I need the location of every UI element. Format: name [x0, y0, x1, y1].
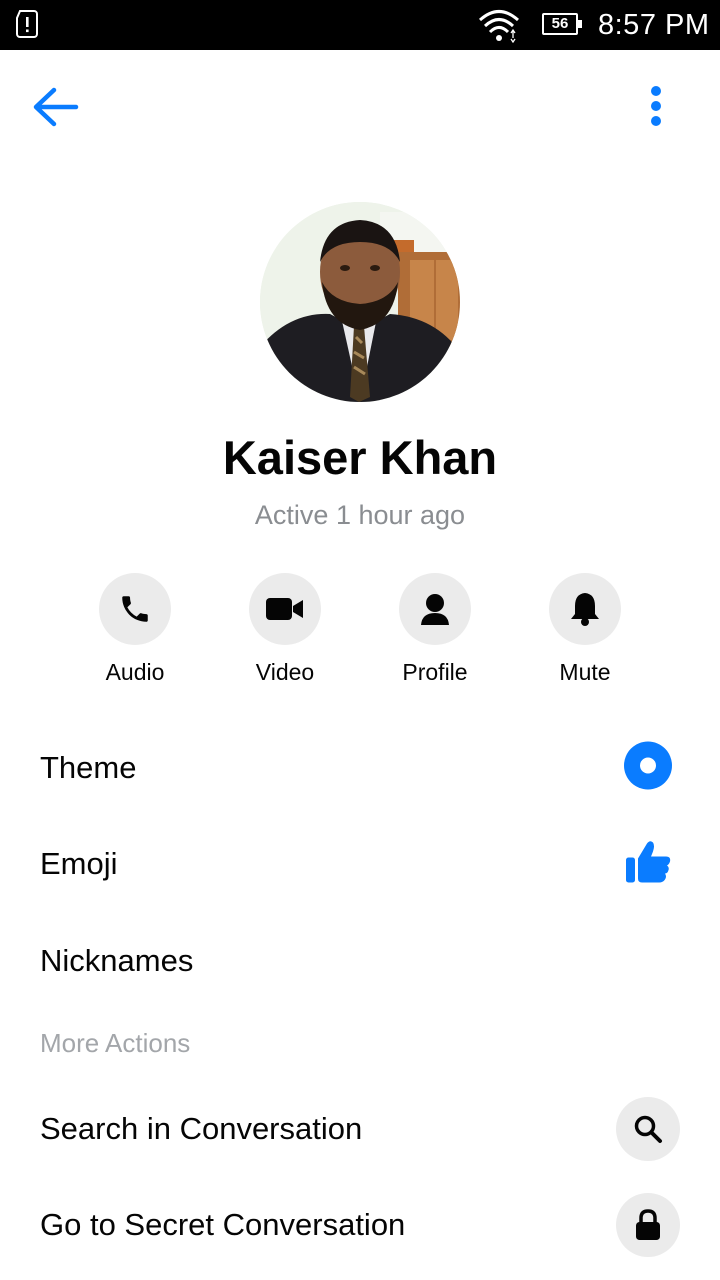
audio-label: Audio [105, 659, 165, 685]
bell-icon [571, 593, 599, 626]
thumbs-up-icon [624, 838, 672, 891]
theme-row[interactable]: Theme [0, 725, 720, 811]
emoji-label: Emoji [40, 846, 118, 881]
status-bar: 56 8:57 PM [0, 0, 720, 50]
audio-circle [99, 573, 171, 645]
lock-icon-wrap [616, 1193, 680, 1257]
theme-dot-icon [624, 741, 672, 795]
more-options-button[interactable] [640, 84, 672, 130]
secret-conversation-row[interactable]: Go to Secret Conversation [0, 1182, 720, 1268]
mute-circle [549, 573, 621, 645]
lock-icon [636, 1209, 660, 1240]
profile-label: Profile [402, 659, 468, 685]
profile-circle [399, 573, 471, 645]
person-icon [421, 594, 449, 625]
contact-avatar[interactable] [260, 202, 460, 402]
active-status: Active 1 hour ago [254, 500, 466, 530]
mute-label: Mute [559, 659, 611, 685]
profile-button[interactable]: Profile [360, 573, 510, 693]
phone-icon [122, 596, 148, 622]
battery-indicator: 56 [542, 13, 582, 35]
more-vertical-icon [651, 86, 661, 126]
search-icon [634, 1115, 662, 1143]
emoji-row[interactable]: Emoji [0, 821, 720, 907]
status-time: 8:57 PM [598, 9, 710, 41]
video-camera-icon [266, 598, 303, 620]
video-circle [249, 573, 321, 645]
wifi-icon [479, 10, 519, 43]
nicknames-row[interactable]: Nicknames [0, 918, 720, 1004]
more-actions-header: More Actions [40, 1028, 191, 1058]
quick-actions: Audio Video Profile Mute [0, 573, 720, 693]
search-conversation-row[interactable]: Search in Conversation [0, 1086, 720, 1172]
video-call-button[interactable]: Video [210, 573, 360, 693]
audio-call-button[interactable]: Audio [60, 573, 210, 693]
theme-label: Theme [40, 750, 137, 785]
search-icon-wrap [616, 1097, 680, 1161]
arrow-left-icon [33, 87, 79, 127]
secret-conversation-label: Go to Secret Conversation [40, 1207, 406, 1242]
back-button[interactable] [30, 84, 82, 130]
contact-name: Kaiser Khan [222, 431, 498, 484]
mute-button[interactable]: Mute [510, 573, 660, 693]
search-conversation-label: Search in Conversation [40, 1111, 363, 1146]
nicknames-label: Nicknames [40, 943, 194, 978]
alert-icon [16, 10, 38, 38]
avatar-photo [260, 202, 460, 402]
video-label: Video [255, 659, 315, 685]
